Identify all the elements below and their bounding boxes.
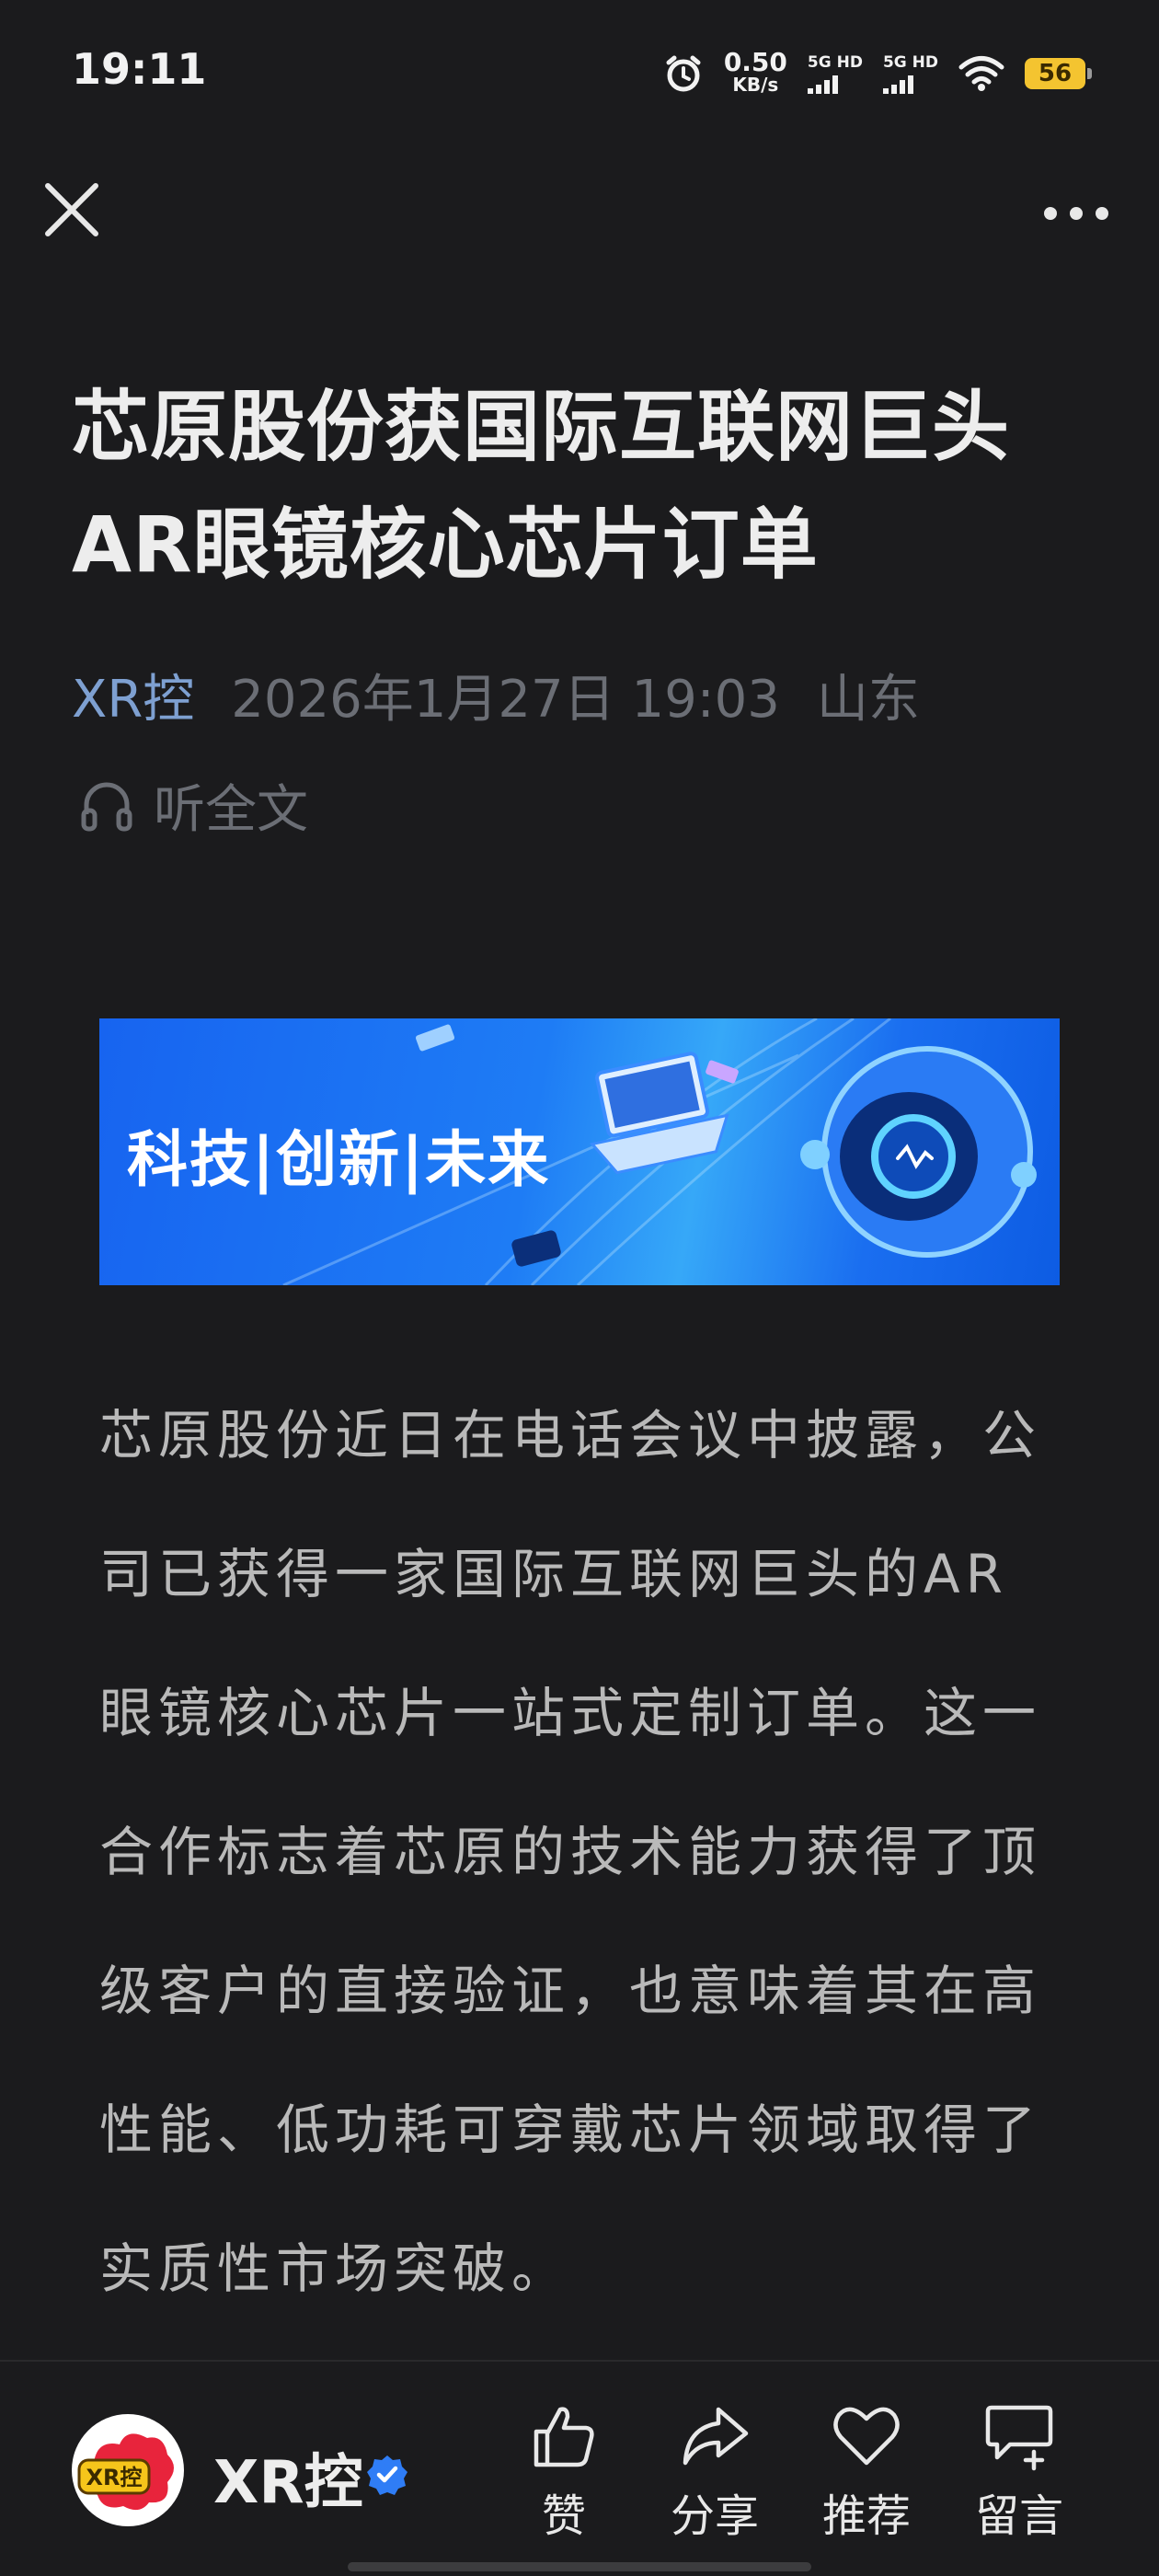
status-icons: 0.50 KB/s 5G HD 5G HD 56: [663, 46, 1092, 101]
author-link[interactable]: XR控: [72, 658, 194, 732]
battery-indicator: 56: [1025, 58, 1092, 89]
sim2-signal: 5G HD: [882, 52, 938, 94]
verified-badge-icon: [367, 2455, 407, 2495]
comment-label: 留言: [974, 2490, 1063, 2542]
banner-slogan: 科技|创新|未来: [127, 1124, 551, 1195]
headphones-icon: [81, 782, 132, 831]
article-paragraph: 芯原股份近日在电话会议中披露，公司已获得一家国际互联网巨头的AR眼镜核心芯片一站…: [99, 1404, 1042, 2300]
more-options-button[interactable]: [1030, 175, 1122, 245]
wifi-icon: [958, 56, 1004, 91]
comment-icon: [985, 2405, 1053, 2471]
thumbs-up-icon: [534, 2407, 594, 2467]
network-speed-value: 0.50: [723, 47, 787, 77]
close-icon: [45, 183, 98, 236]
author-avatar[interactable]: XR控: [72, 2414, 184, 2526]
more-dots-icon: [1044, 207, 1108, 220]
signal-bars-icon: [807, 74, 838, 94]
svg-text:XR控: XR控: [86, 2465, 143, 2490]
sim2-label: 5G HD: [882, 52, 938, 72]
share-button[interactable]: 分享: [660, 2398, 770, 2544]
status-bar: 19:11 0.50 KB/s 5G HD 5G HD 56: [0, 0, 1159, 138]
alarm-icon: [666, 55, 701, 92]
network-speed-unit: KB/s: [732, 74, 779, 96]
article-meta: XR控 2026年1月27日 19:03 山东: [72, 658, 920, 732]
sim1-label: 5G HD: [807, 52, 863, 72]
article-title: 芯原股份获国际互联网巨头AR眼镜核心芯片订单: [72, 382, 1011, 590]
home-indicator[interactable]: [348, 2562, 811, 2571]
listen-full-text-button[interactable]: 听全文: [78, 768, 308, 843]
close-button[interactable]: [37, 175, 107, 245]
publish-location: 山东: [816, 670, 920, 730]
article-page: 19:11 0.50 KB/s 5G HD 5G HD 56 芯原股份获国际互联…: [0, 0, 1159, 2576]
author-logo-icon: XR控: [77, 2433, 174, 2511]
comment-button[interactable]: 留言: [964, 2398, 1074, 2544]
status-time: 19:11: [72, 44, 207, 94]
publish-date: 2026年1月27日 19:03: [231, 670, 780, 730]
network-speed: 0.50 KB/s: [723, 47, 787, 97]
bottom-action-bar: XR控 XR控 赞 分享 推荐 留言: [0, 2360, 1159, 2576]
share-icon: [683, 2407, 749, 2466]
recommend-label: 推荐: [821, 2490, 911, 2542]
listen-label: 听全文: [154, 780, 308, 840]
like-label: 赞: [541, 2490, 586, 2542]
bottom-author-name[interactable]: XR控: [213, 2435, 363, 2520]
share-label: 分享: [670, 2490, 759, 2542]
recommend-button[interactable]: 推荐: [811, 2398, 922, 2544]
heart-icon: [833, 2407, 900, 2466]
like-button[interactable]: 赞: [509, 2398, 619, 2544]
article-body: 芯原股份近日在电话会议中披露，公司已获得一家国际互联网巨头的AR眼镜核心芯片一站…: [99, 1366, 1065, 2339]
article-banner-image: 科技|创新|未来: [99, 1018, 1060, 1285]
signal-bars-icon: [882, 74, 913, 94]
sim1-signal: 5G HD: [807, 52, 863, 94]
